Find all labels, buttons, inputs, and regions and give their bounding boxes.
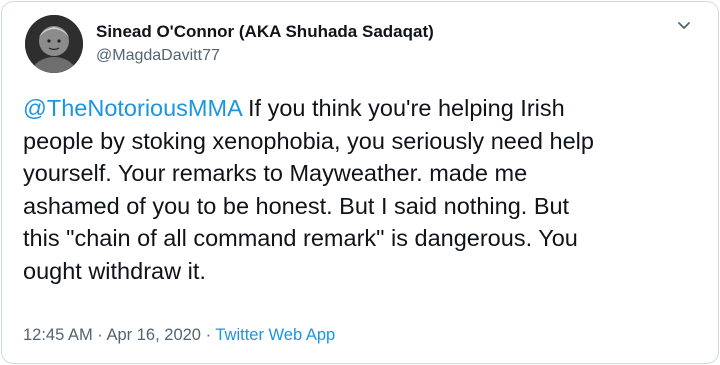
tweet-date[interactable]: Apr 16, 2020: [106, 326, 201, 344]
author-display-name[interactable]: Sinead O'Connor (AKA Shuhada Sadaqat): [96, 22, 434, 42]
tweet-line: people by stoking xenophobia, you seriou…: [23, 127, 594, 154]
tweet-metadata: 12:45 AM · Apr 16, 2020 · Twitter Web Ap…: [23, 326, 335, 345]
tweet-text: @TheNotoriousMMA If you think you're hel…: [23, 92, 713, 288]
mention-link[interactable]: @TheNotoriousMMA: [23, 95, 241, 121]
tweet-line: @TheNotoriousMMA If you think you're hel…: [23, 92, 713, 125]
tweet-time[interactable]: 12:45 AM: [23, 326, 93, 344]
tweet-line-text: If you think you're helping Irish: [241, 95, 565, 121]
tweet-line: ought withdraw it.: [23, 257, 206, 284]
tweet-card: Sinead O'Connor (AKA Shuhada Sadaqat) @M…: [1, 1, 719, 364]
profile-photo-icon: [25, 15, 83, 73]
separator: ·: [92, 326, 107, 344]
avatar[interactable]: [25, 15, 83, 73]
tweet-line: yourself. Your remarks to Mayweather. ma…: [23, 160, 528, 187]
separator: ·: [200, 326, 216, 344]
tweet-line: ashamed of you to be honest. But I said …: [23, 192, 570, 219]
tweet-line: this "chain of all command remark" is da…: [23, 225, 578, 252]
chevron-down-icon[interactable]: [672, 14, 696, 38]
tweet-source-link[interactable]: Twitter Web App: [215, 326, 335, 344]
author-handle[interactable]: @MagdaDavitt77: [96, 47, 220, 65]
